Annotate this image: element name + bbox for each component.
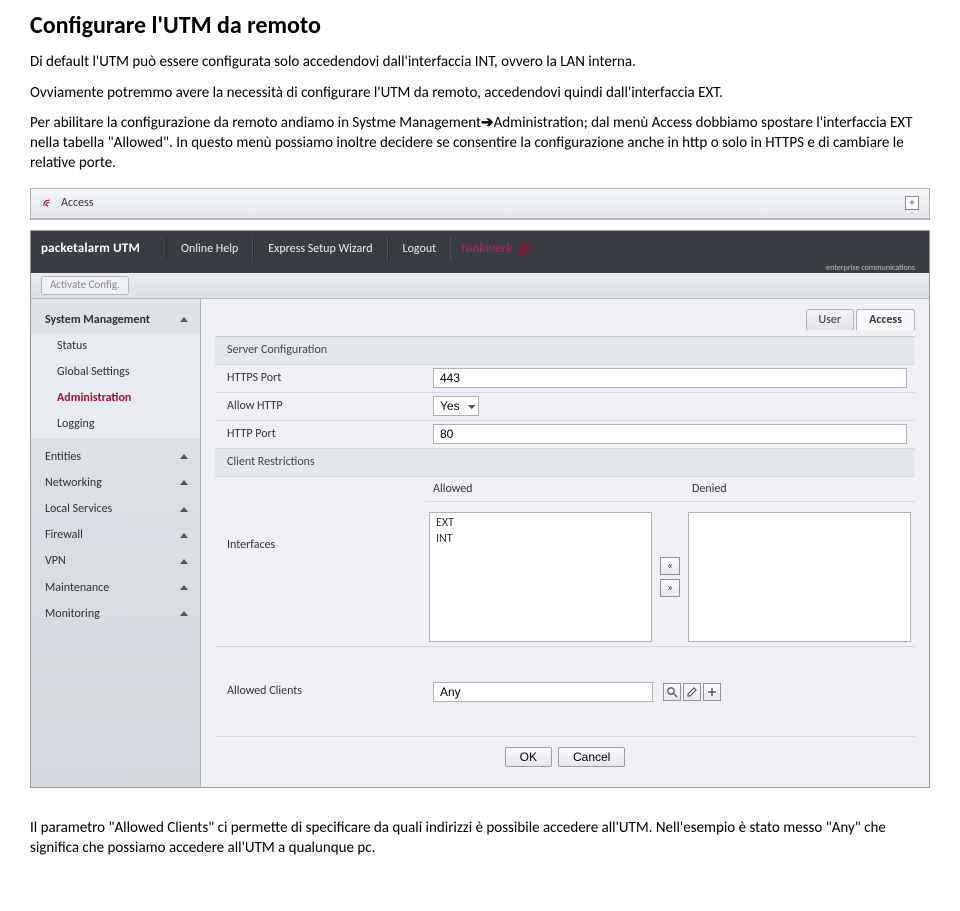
- sidebar-item-entities[interactable]: Entities: [31, 444, 200, 470]
- sidebar-item-label: Entities: [45, 449, 81, 465]
- sidebar-item-label: Status: [57, 338, 87, 354]
- edit-icon[interactable]: [683, 683, 701, 701]
- input-allowed-clients[interactable]: [433, 682, 653, 702]
- caret-up-icon: [180, 585, 188, 590]
- signal-icon: [41, 196, 55, 210]
- tab-access[interactable]: Access: [856, 309, 915, 330]
- sidebar-item-system-management[interactable]: System Management: [31, 307, 200, 333]
- paragraph-4: Il parametro "Allowed Clients" ci permet…: [30, 818, 930, 859]
- nav-express-setup[interactable]: Express Setup Wizard: [253, 237, 387, 261]
- header-allowed: Allowed: [425, 477, 656, 502]
- sidebar-item-administration[interactable]: Administration: [31, 385, 200, 411]
- input-http-port[interactable]: [433, 424, 907, 444]
- admin-ui-screenshot: packetalarm UTM Online Help Express Setu…: [30, 230, 930, 788]
- sidebar-item-label: VPN: [45, 553, 66, 569]
- sidebar-item-label: Monitoring: [45, 606, 100, 622]
- header-denied: Denied: [684, 477, 915, 502]
- caret-up-icon: [180, 480, 188, 485]
- expand-icon[interactable]: +: [905, 196, 919, 210]
- sidebar-item-firewall[interactable]: Firewall: [31, 522, 200, 548]
- sidebar-item-label: Maintenance: [45, 580, 109, 596]
- tab-bar: User Access: [215, 309, 915, 330]
- sidebar-item-monitoring[interactable]: Monitoring: [31, 601, 200, 627]
- paragraph-2: Ovviamente potremmo avere la necessità d…: [30, 83, 930, 103]
- list-item[interactable]: EXT: [434, 515, 647, 531]
- second-toolbar: Activate Config.: [31, 273, 929, 299]
- sidebar-item-label: System Management: [45, 312, 150, 328]
- label-allow-http: Allow HTTP: [215, 394, 425, 418]
- access-form: Server Configuration HTTPS Port Allow HT…: [215, 336, 915, 737]
- paragraph-3: Per abilitare la configurazione da remot…: [30, 113, 930, 174]
- vendor-logo: funkwerk: [461, 239, 538, 259]
- nav-logout[interactable]: Logout: [388, 237, 452, 261]
- caret-up-icon: [180, 507, 188, 512]
- sidebar-item-status[interactable]: Status: [31, 333, 200, 359]
- label-https-port: HTTPS Port: [215, 366, 425, 390]
- sidebar-item-label: Networking: [45, 475, 102, 491]
- section-server-config: Server Configuration: [215, 338, 425, 362]
- sidebar-item-networking[interactable]: Networking: [31, 470, 200, 496]
- sidebar-item-label: Logging: [57, 416, 95, 432]
- page-title: Configurare l'UTM da remoto: [30, 10, 930, 42]
- vendor-logo-sub: enterprise communications: [826, 263, 915, 273]
- vendor-logo-text: funkwerk: [461, 240, 512, 258]
- sidebar-item-label: Firewall: [45, 527, 83, 543]
- sidebar-nav: System Management Status Global Settings…: [31, 299, 201, 787]
- input-https-port[interactable]: [433, 368, 907, 388]
- caret-up-icon: [180, 611, 188, 616]
- add-icon[interactable]: [703, 683, 721, 701]
- list-item[interactable]: INT: [434, 531, 647, 547]
- label-allowed-clients: Allowed Clients: [215, 679, 425, 703]
- sidebar-item-label: Global Settings: [57, 364, 130, 380]
- content-area: User Access Server Configuration HTTPS P…: [201, 299, 929, 787]
- ok-button[interactable]: OK: [505, 747, 552, 767]
- caret-up-icon: [180, 533, 188, 538]
- sidebar-item-label: Local Services: [45, 501, 112, 517]
- sidebar-item-label: Administration: [57, 390, 131, 406]
- brand-label: packetalarm UTM: [41, 240, 140, 258]
- move-right-button[interactable]: »: [660, 579, 680, 597]
- label-interfaces: Interfaces: [215, 477, 425, 557]
- cancel-button[interactable]: Cancel: [558, 747, 625, 767]
- tab-user[interactable]: User: [806, 309, 855, 330]
- sidebar-item-logging[interactable]: Logging: [31, 411, 200, 437]
- label-http-port: HTTP Port: [215, 422, 425, 446]
- access-section-header-screenshot: Access +: [30, 188, 930, 220]
- sidebar-item-maintenance[interactable]: Maintenance: [31, 575, 200, 601]
- sidebar-item-vpn[interactable]: VPN: [31, 548, 200, 574]
- paragraph-1: Di default l'UTM può essere configurata …: [30, 52, 930, 72]
- section-client-restrictions: Client Restrictions: [215, 450, 425, 474]
- select-allow-http[interactable]: Yes: [433, 396, 479, 416]
- vendor-logo-icon: [516, 239, 538, 259]
- move-left-button[interactable]: «: [660, 557, 680, 575]
- caret-up-icon: [180, 559, 188, 564]
- listbox-allowed[interactable]: EXT INT: [429, 512, 652, 642]
- sidebar-item-local-services[interactable]: Local Services: [31, 496, 200, 522]
- paragraph-3a: Per abilitare la configurazione da remot…: [30, 114, 481, 132]
- sidebar-item-global-settings[interactable]: Global Settings: [31, 359, 200, 385]
- caret-up-icon: [180, 317, 188, 322]
- arrow-icon: ➔: [481, 114, 494, 132]
- nav-online-help[interactable]: Online Help: [166, 237, 253, 261]
- search-icon[interactable]: [663, 683, 681, 701]
- activate-config-button[interactable]: Activate Config.: [41, 276, 129, 295]
- caret-up-icon: [180, 454, 188, 459]
- listbox-denied[interactable]: [688, 512, 911, 642]
- access-header-label: Access: [61, 195, 93, 211]
- top-navbar: packetalarm UTM Online Help Express Setu…: [31, 231, 929, 267]
